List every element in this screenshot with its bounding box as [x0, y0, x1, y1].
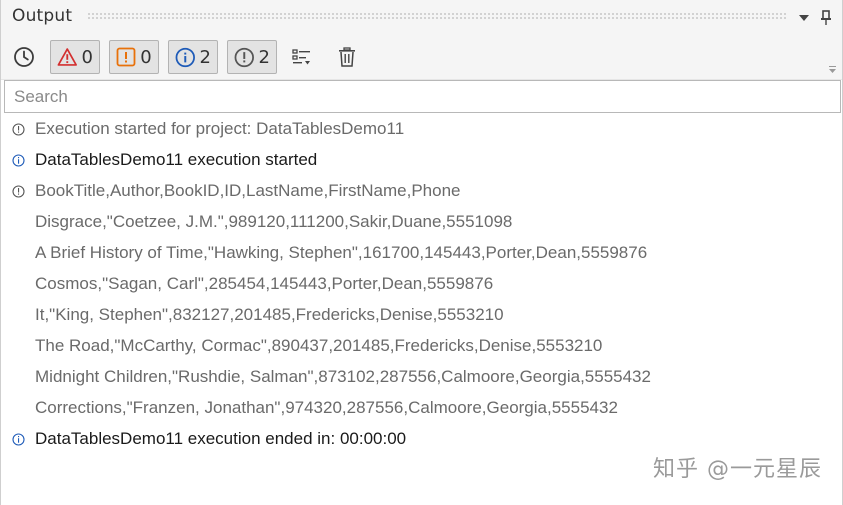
log-line: Disgrace,"Coetzee, J.M.",989120,111200,S… — [1, 207, 842, 238]
pin-icon — [821, 10, 831, 25]
log-line: The Road,"McCarthy, Cormac",890437,20148… — [1, 331, 842, 362]
log-line-text: The Road,"McCarthy, Cormac",890437,20148… — [35, 336, 603, 355]
error-triangle-icon — [57, 48, 77, 66]
warnings-filter-toggle[interactable]: 0 — [109, 40, 159, 74]
overflow-chevron-icon — [829, 66, 836, 73]
info-filter-toggle[interactable]: 2 — [168, 40, 218, 74]
log-line: Corrections,"Franzen, Jonathan",974320,2… — [1, 393, 842, 424]
log-line-text: Disgrace,"Coetzee, J.M.",989120,111200,S… — [35, 212, 513, 231]
clock-icon — [14, 47, 34, 67]
search-input[interactable] — [4, 80, 841, 113]
output-panel: Output 0 0 2 2 Search Execution started … — [0, 0, 843, 505]
log-line: A Brief History of Time,"Hawking, Stephe… — [1, 238, 842, 269]
watermark: 知乎 @一元星辰 — [653, 457, 822, 482]
dropdown-menu-button[interactable] — [795, 9, 813, 27]
warnings-count: 0 — [140, 46, 152, 68]
clear-output-button[interactable] — [334, 40, 360, 74]
log-line: BookTitle,Author,BookID,ID,LastName,Firs… — [1, 176, 842, 207]
errors-filter-toggle[interactable]: 0 — [50, 40, 100, 74]
info-circle-icon — [12, 123, 25, 136]
log-line-text: Execution started for project: DataTable… — [35, 119, 405, 138]
log-line: Cosmos,"Sagan, Carl",285454,145443,Porte… — [1, 269, 842, 300]
log-line-text: Corrections,"Franzen, Jonathan",974320,2… — [35, 398, 618, 417]
drag-grip[interactable] — [87, 12, 787, 21]
log-line-text: DataTablesDemo11 execution started — [35, 150, 318, 169]
trace-filter-toggle[interactable]: 2 — [227, 40, 277, 74]
pin-button[interactable] — [817, 9, 835, 27]
log-line-text: BookTitle,Author,BookID,ID,LastName,Firs… — [35, 181, 461, 200]
panel-title-bar: Output — [1, 0, 842, 36]
log-line: DataTablesDemo11 execution started — [1, 145, 842, 176]
info-circle-blue-icon — [12, 433, 25, 446]
errors-count: 0 — [81, 46, 93, 68]
info-circle-gray-icon — [234, 47, 254, 67]
log-line-text: Cosmos,"Sagan, Carl",285454,145443,Porte… — [35, 274, 494, 293]
info-count: 2 — [199, 46, 211, 68]
log-line-text: Midnight Children,"Rushdie, Salman",8731… — [35, 367, 651, 386]
filter-settings-button[interactable] — [289, 40, 315, 74]
log-line-text: DataTablesDemo11 execution ended in: 00:… — [35, 429, 407, 448]
output-toolbar: 0 0 2 2 — [1, 36, 842, 80]
toolbar-overflow-button[interactable] — [829, 66, 836, 74]
chevron-down-icon — [799, 15, 809, 21]
warning-square-icon — [116, 47, 136, 67]
trace-count: 2 — [258, 46, 270, 68]
info-circle-icon — [12, 185, 25, 198]
log-line: Execution started for project: DataTable… — [1, 114, 842, 145]
history-button[interactable] — [10, 40, 38, 74]
list-filter-icon — [292, 49, 310, 65]
log-line: It,"King, Stephen",832127,201485,Frederi… — [1, 300, 842, 331]
info-circle-blue-icon — [175, 47, 195, 67]
panel-title: Output — [12, 6, 73, 26]
log-line-text: A Brief History of Time,"Hawking, Stephe… — [35, 243, 648, 262]
trash-icon — [339, 47, 355, 67]
log-line-text: It,"King, Stephen",832127,201485,Frederi… — [35, 305, 504, 324]
info-circle-blue-icon — [12, 154, 25, 167]
log-line: Midnight Children,"Rushdie, Salman",8731… — [1, 362, 842, 393]
